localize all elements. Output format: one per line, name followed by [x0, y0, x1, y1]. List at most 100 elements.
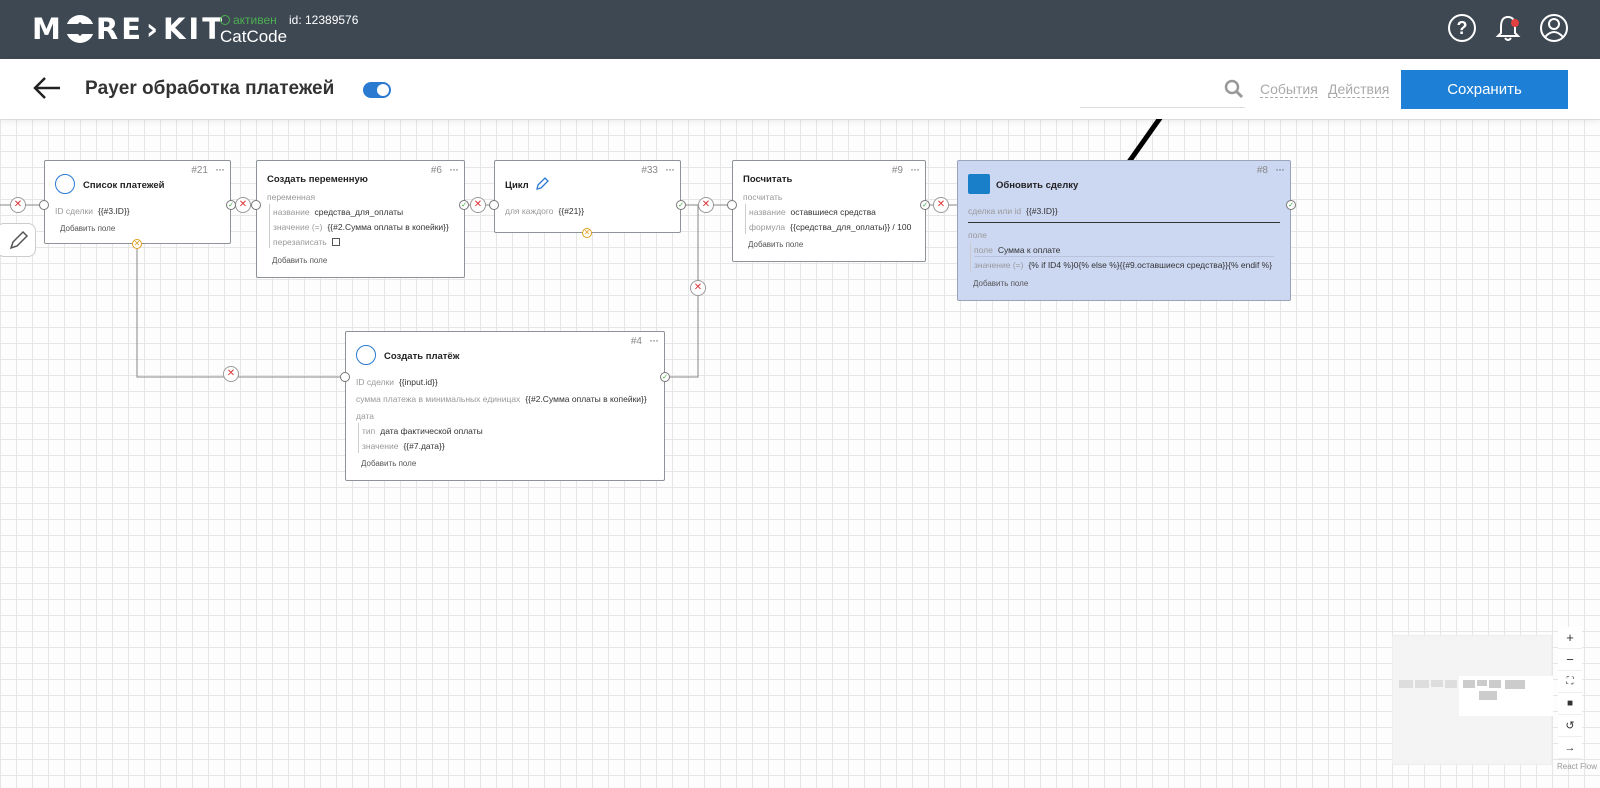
- branch-handle[interactable]: ✕: [132, 239, 142, 249]
- divider: [968, 222, 1280, 223]
- pencil-icon[interactable]: [535, 177, 549, 191]
- integration-icon: [55, 174, 75, 194]
- node-menu-button[interactable]: ···: [449, 162, 459, 176]
- search-input[interactable]: [1080, 107, 1245, 108]
- field-value[interactable]: средства_для_оплаты: [315, 207, 404, 217]
- search-icon[interactable]: [1224, 79, 1244, 99]
- node-menu-button[interactable]: ···: [1275, 162, 1285, 176]
- react-flow-attribution[interactable]: React Flow: [1557, 762, 1597, 771]
- back-arrow-icon[interactable]: [32, 73, 64, 103]
- active-toggle[interactable]: [363, 82, 391, 98]
- field-value[interactable]: {{#2.Сумма оплаты в копейки}}: [327, 222, 448, 232]
- actions-link[interactable]: Действия: [1328, 81, 1390, 98]
- field-value[interactable]: Сумма к оплате: [998, 245, 1061, 255]
- field-label: значение: [362, 441, 399, 451]
- flow-canvas[interactable]: ✕ ✕ ✕ ✕ ✕ ✕ ✕ Список платежей #21 ··· ID…: [0, 119, 1600, 788]
- user-icon[interactable]: [1539, 13, 1569, 43]
- node-number: #8: [1256, 165, 1268, 176]
- field-value[interactable]: {{#3.ID}}: [98, 206, 130, 216]
- add-field-link[interactable]: Добавить поле: [973, 279, 1028, 288]
- field-value[interactable]: {{input.id}}: [399, 377, 438, 387]
- group-label: поле: [968, 230, 987, 240]
- node-update-deal[interactable]: Обновить сделку #8 ··· сделка или id {{#3…: [957, 160, 1291, 301]
- node-output-handle[interactable]: ✓: [226, 200, 236, 210]
- group-label: переменная: [267, 192, 316, 202]
- delete-edge-button[interactable]: ✕: [698, 197, 714, 213]
- zoom-out-button[interactable]: −: [1558, 649, 1582, 671]
- field-label: сделка или id: [968, 206, 1022, 216]
- add-field-link[interactable]: Добавить поле: [748, 240, 803, 249]
- help-icon[interactable]: ?: [1448, 14, 1476, 42]
- delete-edge-button[interactable]: ✕: [235, 197, 251, 213]
- node-menu-button[interactable]: ···: [910, 162, 920, 176]
- node-input-handle[interactable]: [340, 372, 350, 382]
- delete-edge-button[interactable]: ✕: [10, 197, 26, 213]
- delete-edge-button[interactable]: ✕: [690, 280, 706, 296]
- add-field-link[interactable]: Добавить поле: [60, 224, 115, 233]
- field-value[interactable]: {% if ID4 %}0{% else %}{{#9.оставшиеся с…: [1028, 260, 1272, 270]
- node-input-handle[interactable]: [727, 200, 737, 210]
- node-output-handle[interactable]: ✓: [1286, 200, 1296, 210]
- node-output-handle[interactable]: ✓: [459, 200, 469, 210]
- field-value[interactable]: {{#21}}: [559, 206, 585, 216]
- zoom-in-button[interactable]: +: [1558, 627, 1582, 649]
- field-label: перезаписать: [273, 237, 327, 247]
- save-button[interactable]: Сохранить: [1401, 70, 1568, 109]
- minimap[interactable]: [1392, 635, 1553, 765]
- fit-view-button[interactable]: ⛶: [1558, 671, 1582, 693]
- field-value[interactable]: дата фактической оплаты: [380, 426, 482, 436]
- node-input-handle[interactable]: [39, 200, 49, 210]
- node-create-payment[interactable]: Создать платёж #4 ··· ID сделки {{input.i…: [345, 331, 665, 481]
- row-divider: [974, 256, 1274, 257]
- field-value[interactable]: оставшиеся средства: [791, 207, 876, 217]
- node-title: Посчитать: [743, 174, 793, 185]
- node-output-handle[interactable]: ✓: [920, 200, 930, 210]
- delete-edge-button[interactable]: ✕: [933, 197, 949, 213]
- flow-controls: + − ⛶ ■ ↺ →: [1558, 627, 1590, 759]
- field-label: значение (=): [273, 222, 323, 232]
- field-label: значение (=): [974, 260, 1024, 270]
- field-value[interactable]: {{средства_для_оплаты}} / 100: [790, 222, 911, 232]
- reset-button[interactable]: ↺: [1558, 715, 1582, 737]
- delete-edge-button[interactable]: ✕: [223, 366, 239, 382]
- group-line: [269, 204, 270, 248]
- node-input-handle[interactable]: [489, 200, 499, 210]
- node-menu-button[interactable]: ···: [649, 333, 659, 347]
- amocrm-icon: [968, 174, 990, 194]
- field-value[interactable]: {{#2.Сумма оплаты в копейки}}: [525, 394, 646, 404]
- node-output-handle[interactable]: ✓: [660, 372, 670, 382]
- morekit-logo[interactable]: M RE › KIT: [32, 12, 225, 46]
- node-menu-button[interactable]: ···: [665, 162, 675, 176]
- lock-button[interactable]: ■: [1558, 693, 1582, 715]
- add-field-link[interactable]: Добавить поле: [361, 459, 416, 468]
- node-title: Создать платёж: [384, 351, 460, 362]
- add-field-link[interactable]: Добавить поле: [272, 256, 327, 265]
- edit-tool-button[interactable]: [0, 223, 36, 257]
- node-number: #21: [191, 165, 208, 176]
- node-output-handle[interactable]: ✓: [676, 200, 686, 210]
- events-link[interactable]: События: [1260, 81, 1318, 98]
- node-payments-list[interactable]: Список платежей #21 ··· ID сделки {{#3.ID…: [44, 160, 231, 244]
- branch-handle[interactable]: ✕: [582, 228, 592, 238]
- node-menu-button[interactable]: ···: [215, 162, 225, 176]
- node-loop[interactable]: Цикл #33 ··· для каждого {{#21}}: [494, 160, 681, 233]
- field-label: сумма платежа в минимальных единицах: [356, 394, 521, 404]
- node-create-variable[interactable]: Создать переменную #6 ··· переменная наз…: [256, 160, 465, 278]
- field-label: поле: [974, 245, 993, 255]
- page-header: Payer обработка платежей События Действи…: [0, 59, 1600, 119]
- group-line: [745, 204, 746, 234]
- field-value[interactable]: {{#3.ID}}: [1026, 206, 1058, 216]
- next-button[interactable]: →: [1558, 737, 1582, 759]
- delete-edge-button[interactable]: ✕: [470, 197, 486, 213]
- app-name: CatCode: [220, 27, 288, 46]
- node-number: #33: [641, 165, 658, 176]
- node-input-handle[interactable]: [251, 200, 261, 210]
- status-badge: активен: [220, 13, 277, 27]
- node-calculate[interactable]: Посчитать #9 ··· посчитать название остав…: [732, 160, 926, 262]
- field-label: ID сделки: [356, 377, 394, 387]
- field-value[interactable]: {{#7.дата}}: [403, 441, 444, 451]
- field-label: название: [749, 207, 786, 217]
- node-title: Создать переменную: [267, 174, 368, 185]
- bell-icon[interactable]: [1495, 14, 1521, 42]
- overwrite-checkbox[interactable]: [331, 238, 340, 246]
